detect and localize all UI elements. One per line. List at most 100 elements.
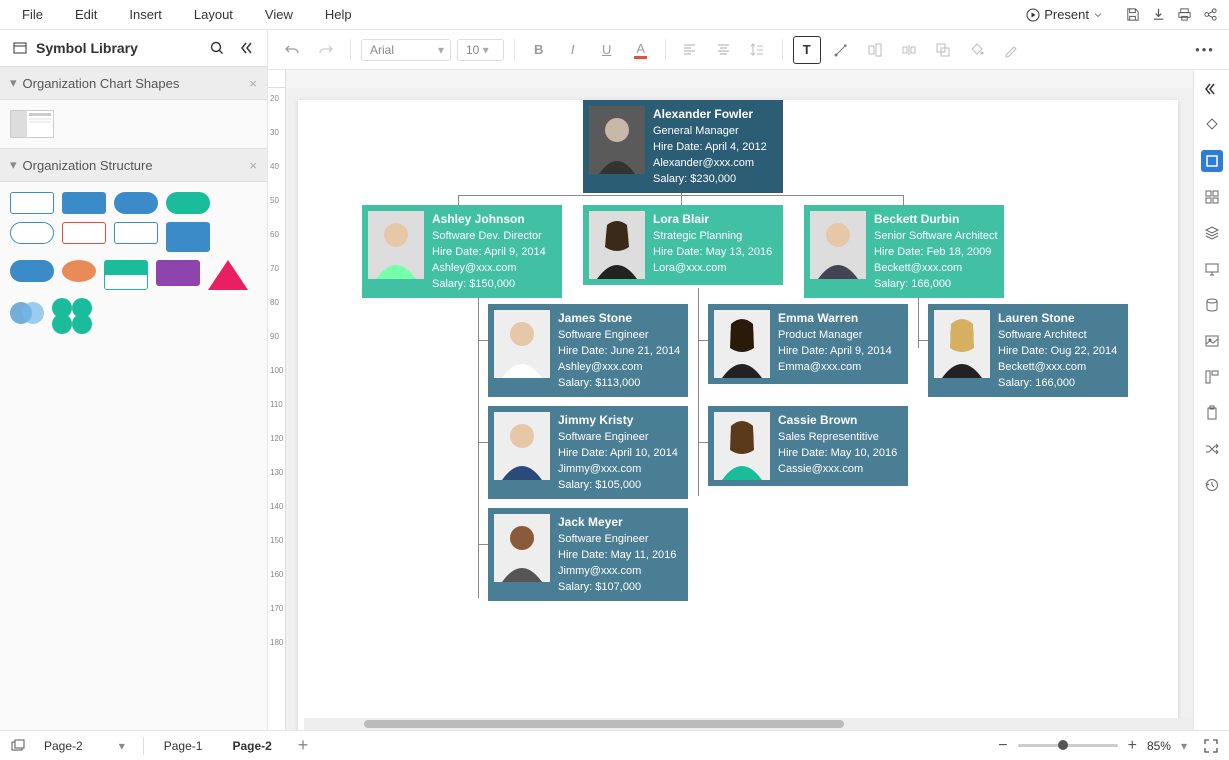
org-card[interactable]: Beckett DurbinSenior Software ArchitectH… bbox=[804, 205, 1004, 298]
download-button[interactable] bbox=[1147, 4, 1169, 26]
tab-page-2[interactable]: Page-2 bbox=[222, 735, 281, 757]
menu-insert[interactable]: Insert bbox=[113, 1, 178, 28]
line-style-button[interactable] bbox=[997, 36, 1025, 64]
undo-button[interactable] bbox=[278, 36, 306, 64]
shape-thumb[interactable] bbox=[166, 192, 210, 214]
panel-org-chart-shapes[interactable]: ▾ Organization Chart Shapes × bbox=[0, 66, 267, 100]
avatar bbox=[494, 412, 550, 480]
redo-button[interactable] bbox=[312, 36, 340, 64]
shape-thumb[interactable] bbox=[62, 260, 96, 282]
distribute-button[interactable] bbox=[895, 36, 923, 64]
menu-layout[interactable]: Layout bbox=[178, 1, 249, 28]
collapse-sidebar-icon[interactable] bbox=[239, 40, 255, 56]
shape-thumb[interactable] bbox=[166, 222, 210, 252]
panel-org-structure[interactable]: ▾ Organization Structure × bbox=[0, 148, 267, 182]
presentation-panel-button[interactable] bbox=[1201, 258, 1223, 280]
shape-thumb[interactable] bbox=[62, 192, 106, 214]
page-select[interactable]: Page-2 ▾ bbox=[36, 735, 133, 757]
org-card[interactable]: Emma WarrenProduct ManagerHire Date: Apr… bbox=[708, 304, 908, 384]
org-card[interactable]: Lora BlairStrategic PlanningHire Date: M… bbox=[583, 205, 783, 285]
line-spacing-button[interactable] bbox=[744, 36, 772, 64]
present-button[interactable]: Present bbox=[1018, 3, 1111, 26]
expand-panel-button[interactable] bbox=[1201, 78, 1223, 100]
shape-thumb[interactable] bbox=[114, 192, 158, 214]
card-name: Jimmy Kristy bbox=[558, 412, 678, 428]
chevron-down-icon[interactable]: ▾ bbox=[1181, 739, 1187, 753]
grid-panel-button[interactable] bbox=[1201, 186, 1223, 208]
layers-panel-button[interactable] bbox=[1201, 222, 1223, 244]
horizontal-scrollbar[interactable] bbox=[304, 718, 1193, 730]
shape-thumb[interactable] bbox=[10, 222, 54, 244]
close-icon[interactable]: × bbox=[249, 76, 257, 91]
chevron-down-icon: ▾ bbox=[10, 75, 17, 91]
tab-page-1[interactable]: Page-1 bbox=[154, 735, 213, 757]
shape-thumb[interactable] bbox=[104, 260, 148, 290]
close-icon[interactable]: × bbox=[249, 158, 257, 173]
shuffle-panel-button[interactable] bbox=[1201, 438, 1223, 460]
shape-panel-button[interactable] bbox=[1201, 150, 1223, 172]
card-name: Beckett Durbin bbox=[874, 211, 998, 227]
menu-help[interactable]: Help bbox=[309, 1, 368, 28]
shape-thumb[interactable] bbox=[114, 222, 158, 244]
text-tool-button[interactable]: T bbox=[793, 36, 821, 64]
canvas[interactable]: Alexander Fowler General Manager Hire Da… bbox=[286, 88, 1193, 730]
page[interactable]: Alexander Fowler General Manager Hire Da… bbox=[298, 100, 1178, 730]
shape-thumb[interactable] bbox=[156, 260, 200, 286]
shape-thumb[interactable] bbox=[10, 260, 54, 282]
zoom-slider[interactable] bbox=[1018, 744, 1118, 747]
org-card-root[interactable]: Alexander Fowler General Manager Hire Da… bbox=[583, 100, 783, 193]
shape-thumb[interactable] bbox=[10, 192, 54, 214]
group-button[interactable] bbox=[929, 36, 957, 64]
org-card[interactable]: Jimmy KristySoftware EngineerHire Date: … bbox=[488, 406, 688, 499]
zoom-out-button[interactable]: − bbox=[998, 737, 1007, 755]
size-value: 10 bbox=[466, 43, 479, 57]
bold-button[interactable]: B bbox=[525, 36, 553, 64]
fill-button[interactable] bbox=[963, 36, 991, 64]
image-panel-button[interactable] bbox=[1201, 330, 1223, 352]
search-icon[interactable] bbox=[209, 40, 225, 56]
menu-view[interactable]: View bbox=[249, 1, 309, 28]
shape-thumb[interactable] bbox=[208, 260, 248, 290]
more-icon: ••• bbox=[1195, 42, 1215, 57]
shape-thumb[interactable] bbox=[52, 298, 92, 334]
italic-button[interactable]: I bbox=[559, 36, 587, 64]
fill-panel-button[interactable] bbox=[1201, 114, 1223, 136]
org-card[interactable]: Cassie BrownSales RepresentitiveHire Dat… bbox=[708, 406, 908, 486]
font-color-button[interactable]: A bbox=[627, 36, 655, 64]
font-select[interactable]: Arial▾ bbox=[361, 39, 451, 61]
menu-bar: File Edit Insert Layout View Help Presen… bbox=[0, 0, 1229, 30]
shape-thumb[interactable] bbox=[10, 298, 44, 328]
line-spacing-icon bbox=[750, 42, 765, 57]
ruler-panel-button[interactable] bbox=[1201, 366, 1223, 388]
history-panel-button[interactable] bbox=[1201, 474, 1223, 496]
card-salary: Salary: $150,000 bbox=[432, 277, 546, 292]
connector-tool-button[interactable] bbox=[827, 36, 855, 64]
underline-button[interactable]: U bbox=[593, 36, 621, 64]
fullscreen-button[interactable] bbox=[1203, 738, 1219, 754]
align-center-button[interactable] bbox=[710, 36, 738, 64]
org-card[interactable]: Lauren StoneSoftware ArchitectHire Date:… bbox=[928, 304, 1128, 397]
avatar bbox=[810, 211, 866, 279]
save-button[interactable] bbox=[1121, 4, 1143, 26]
org-card[interactable]: Ashley JohnsonSoftware Dev. DirectorHire… bbox=[362, 205, 562, 298]
zoom-in-button[interactable]: + bbox=[1128, 737, 1137, 755]
font-size-select[interactable]: 10 ▾ bbox=[457, 39, 504, 61]
pages-icon[interactable] bbox=[10, 738, 26, 754]
card-title: Product Manager bbox=[778, 328, 892, 343]
org-card[interactable]: Jack MeyerSoftware EngineerHire Date: Ma… bbox=[488, 508, 688, 601]
org-card[interactable]: James StoneSoftware EngineerHire Date: J… bbox=[488, 304, 688, 397]
align-left-button[interactable] bbox=[676, 36, 704, 64]
print-button[interactable] bbox=[1173, 4, 1195, 26]
clipboard-panel-button[interactable] bbox=[1201, 402, 1223, 424]
history-icon bbox=[1204, 477, 1220, 493]
add-page-button[interactable]: + bbox=[292, 735, 315, 756]
menu-edit[interactable]: Edit bbox=[59, 1, 113, 28]
zoom-value[interactable]: 85% bbox=[1147, 739, 1171, 753]
more-button[interactable]: ••• bbox=[1191, 36, 1219, 64]
menu-file[interactable]: File bbox=[6, 1, 59, 28]
align-objects-button[interactable] bbox=[861, 36, 889, 64]
shape-card-thumb[interactable] bbox=[10, 110, 54, 138]
share-button[interactable] bbox=[1199, 4, 1221, 26]
shape-thumb[interactable] bbox=[62, 222, 106, 244]
data-panel-button[interactable] bbox=[1201, 294, 1223, 316]
